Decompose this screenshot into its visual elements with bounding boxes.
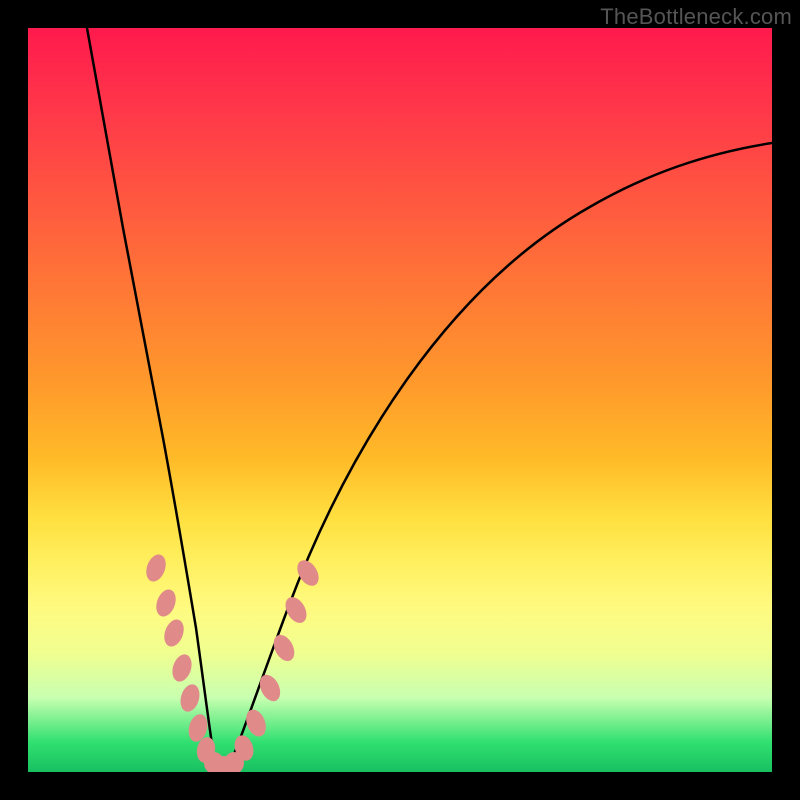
curve-left-branch xyxy=(87,28,216,768)
chart-frame: TheBottleneck.com xyxy=(0,0,800,800)
curve-layer xyxy=(28,28,772,772)
curve-right-branch xyxy=(228,143,772,768)
plot-area xyxy=(28,28,772,772)
watermark-text: TheBottleneck.com xyxy=(600,4,792,30)
